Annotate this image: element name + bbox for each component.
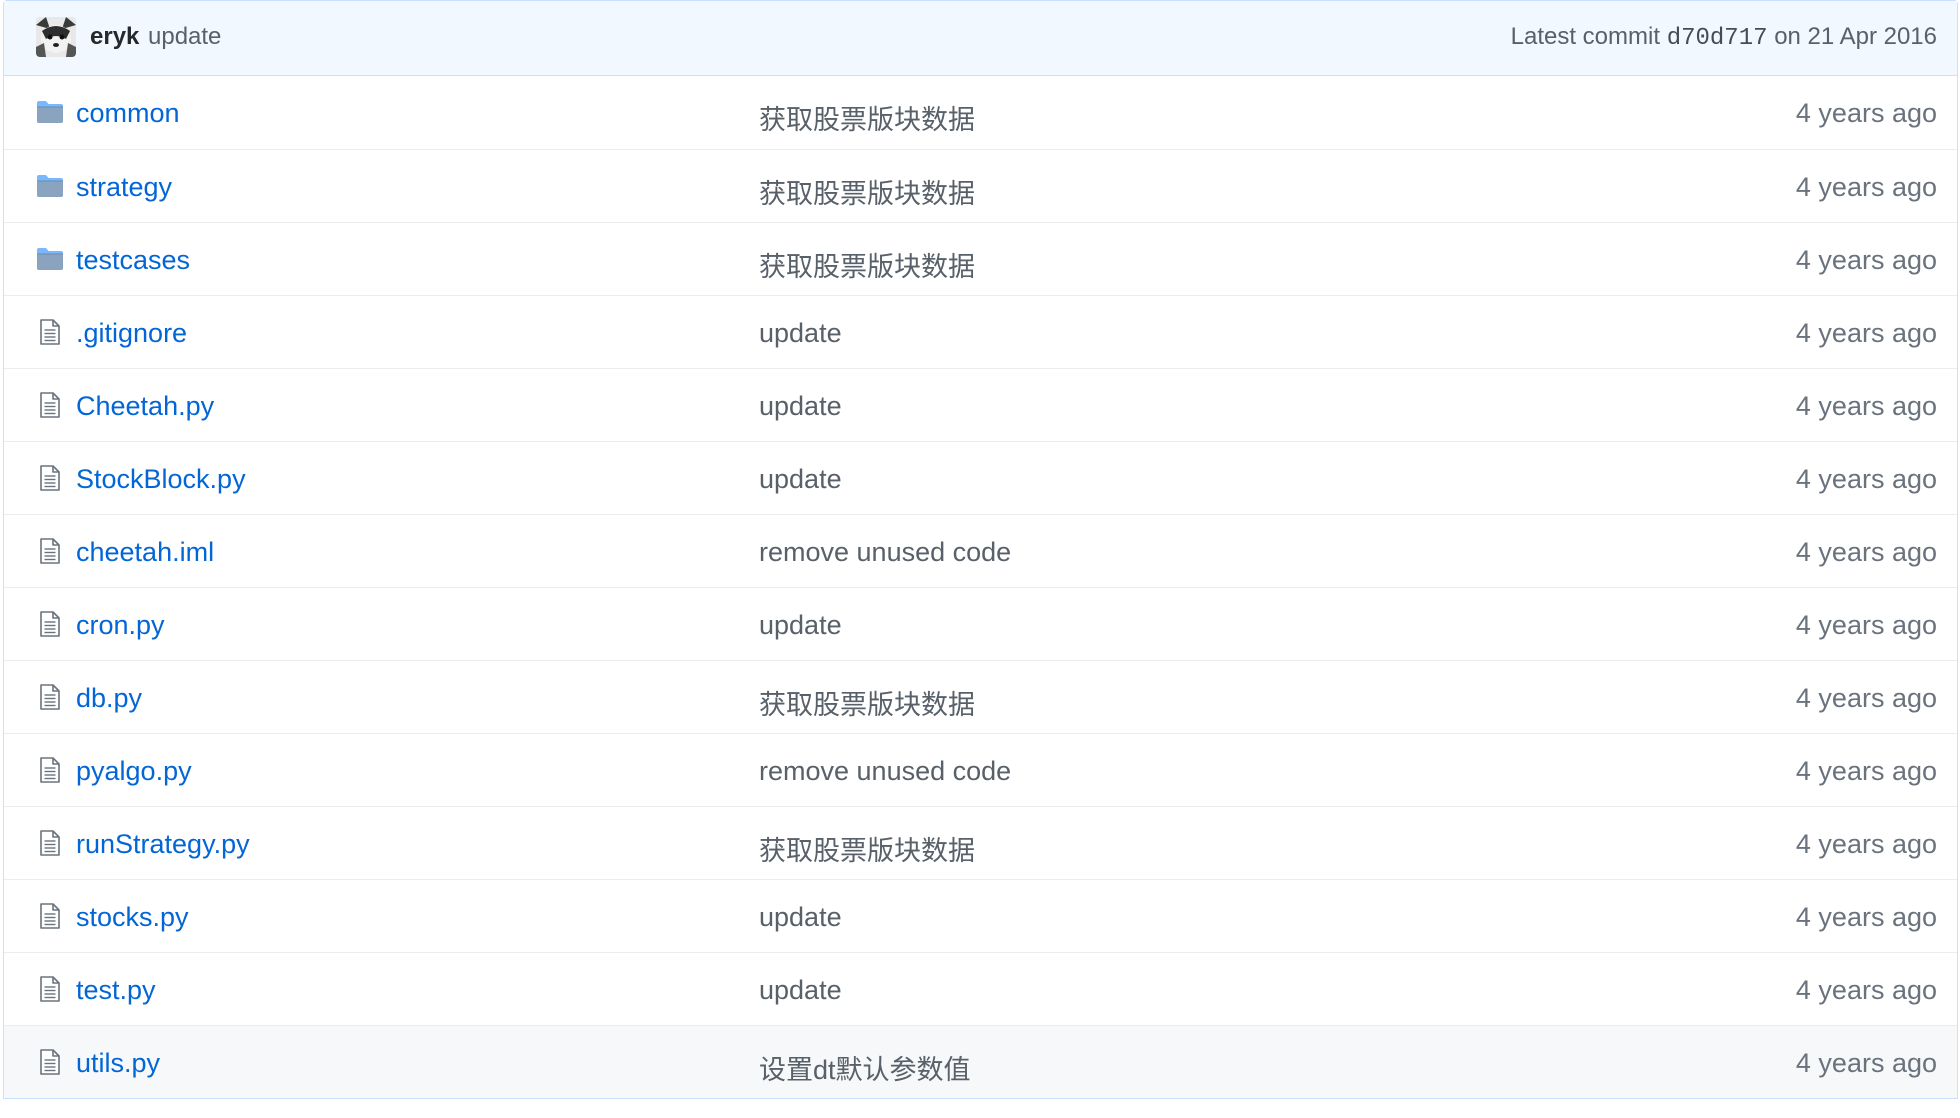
- file-icon: [36, 756, 64, 784]
- commit-age: 4 years ago: [1795, 172, 1937, 202]
- file-icon: [36, 464, 64, 492]
- commit-age: 4 years ago: [1795, 98, 1937, 128]
- commit-meta: Latest commit d70d717 on 21 Apr 2016: [1511, 23, 1937, 52]
- file-name-link[interactable]: common: [76, 98, 180, 129]
- file-name-link[interactable]: cron.py: [76, 610, 165, 641]
- commit-age: 4 years ago: [1795, 1048, 1937, 1078]
- file-name-link[interactable]: utils.py: [76, 1048, 160, 1079]
- file-icon: [36, 318, 64, 346]
- file-row[interactable]: .gitignore update 4 years ago: [4, 295, 1957, 368]
- file-name-link[interactable]: test.py: [76, 975, 156, 1006]
- commit-age: 4 years ago: [1795, 245, 1937, 275]
- commit-age: 4 years ago: [1795, 537, 1937, 567]
- commit-message-link[interactable]: 获取股票版块数据: [759, 829, 975, 868]
- commit-age: 4 years ago: [1795, 756, 1937, 786]
- folder-icon: [36, 172, 64, 200]
- file-row[interactable]: cheetah.iml remove unused code 4 years ago: [4, 514, 1957, 587]
- file-icon: [36, 902, 64, 930]
- commit-message-link[interactable]: 获取股票版块数据: [759, 98, 975, 137]
- commit-message-link[interactable]: remove unused code: [759, 537, 1011, 568]
- file-name-link[interactable]: runStrategy.py: [76, 829, 250, 860]
- folder-icon: [36, 245, 64, 273]
- file-row[interactable]: StockBlock.py update 4 years ago: [4, 441, 1957, 514]
- file-name-link[interactable]: stocks.py: [76, 902, 189, 933]
- commit-age: 4 years ago: [1795, 902, 1937, 932]
- file-name-link[interactable]: testcases: [76, 245, 190, 276]
- file-row[interactable]: strategy 获取股票版块数据 4 years ago: [4, 149, 1957, 222]
- avatar[interactable]: [36, 17, 76, 57]
- file-row[interactable]: pyalgo.py remove unused code 4 years ago: [4, 733, 1957, 806]
- commit-author-link[interactable]: eryk: [90, 23, 139, 51]
- file-name-link[interactable]: pyalgo.py: [76, 756, 192, 787]
- file-row[interactable]: test.py update 4 years ago: [4, 952, 1957, 1025]
- latest-commit-bar: eryk update Latest commit d70d717 on 21 …: [4, 1, 1957, 76]
- file-row[interactable]: common 获取股票版块数据 4 years ago: [4, 76, 1957, 149]
- commit-message-link[interactable]: update: [148, 23, 221, 51]
- commit-meta-date: on 21 Apr 2016: [1774, 23, 1937, 50]
- file-row[interactable]: stocks.py update 4 years ago: [4, 879, 1957, 952]
- file-row[interactable]: runStrategy.py 获取股票版块数据 4 years ago: [4, 806, 1957, 879]
- file-row[interactable]: Cheetah.py update 4 years ago: [4, 368, 1957, 441]
- commit-meta-prefix: Latest commit: [1510, 23, 1661, 50]
- file-name-link[interactable]: cheetah.iml: [76, 537, 214, 568]
- file-row[interactable]: utils.py 设置dt默认参数值 4 years ago: [4, 1025, 1957, 1098]
- commit-message-link[interactable]: 获取股票版块数据: [759, 245, 975, 284]
- file-row[interactable]: db.py 获取股票版块数据 4 years ago: [4, 660, 1957, 733]
- file-list: common 获取股票版块数据 4 years ago strategy 获取股票版块数…: [4, 76, 1957, 1098]
- file-icon: [36, 391, 64, 419]
- commit-age: 4 years ago: [1795, 318, 1937, 348]
- file-icon: [36, 975, 64, 1003]
- file-icon: [36, 537, 64, 565]
- file-row[interactable]: cron.py update 4 years ago: [4, 587, 1957, 660]
- commit-age: 4 years ago: [1795, 975, 1937, 1005]
- file-name-link[interactable]: strategy: [76, 172, 172, 203]
- file-icon: [36, 829, 64, 857]
- commit-age: 4 years ago: [1795, 464, 1937, 494]
- file-browser: eryk update Latest commit d70d717 on 21 …: [3, 0, 1958, 1099]
- commit-message-link[interactable]: 获取股票版块数据: [759, 683, 975, 722]
- file-row[interactable]: testcases 获取股票版块数据 4 years ago: [4, 222, 1957, 295]
- commit-message-link[interactable]: update: [759, 975, 842, 1006]
- folder-icon: [36, 98, 64, 126]
- commit-age: 4 years ago: [1795, 829, 1937, 859]
- file-icon: [36, 1048, 64, 1076]
- file-name-link[interactable]: StockBlock.py: [76, 464, 246, 495]
- file-name-link[interactable]: db.py: [76, 683, 142, 714]
- commit-age: 4 years ago: [1795, 683, 1937, 713]
- file-name-link[interactable]: .gitignore: [76, 318, 187, 349]
- commit-message-link[interactable]: update: [759, 902, 842, 933]
- commit-message-link[interactable]: update: [759, 391, 842, 422]
- commit-sha-link[interactable]: d70d717: [1667, 25, 1768, 52]
- commit-age: 4 years ago: [1795, 391, 1937, 421]
- file-icon: [36, 683, 64, 711]
- commit-message-link[interactable]: 设置dt默认参数值: [759, 1048, 971, 1087]
- commit-message-link[interactable]: remove unused code: [759, 756, 1011, 787]
- file-name-link[interactable]: Cheetah.py: [76, 391, 214, 422]
- commit-age: 4 years ago: [1795, 610, 1937, 640]
- commit-message-link[interactable]: update: [759, 464, 842, 495]
- commit-message-link[interactable]: update: [759, 318, 842, 349]
- commit-message-link[interactable]: update: [759, 610, 842, 641]
- file-icon: [36, 610, 64, 638]
- commit-message-link[interactable]: 获取股票版块数据: [759, 172, 975, 211]
